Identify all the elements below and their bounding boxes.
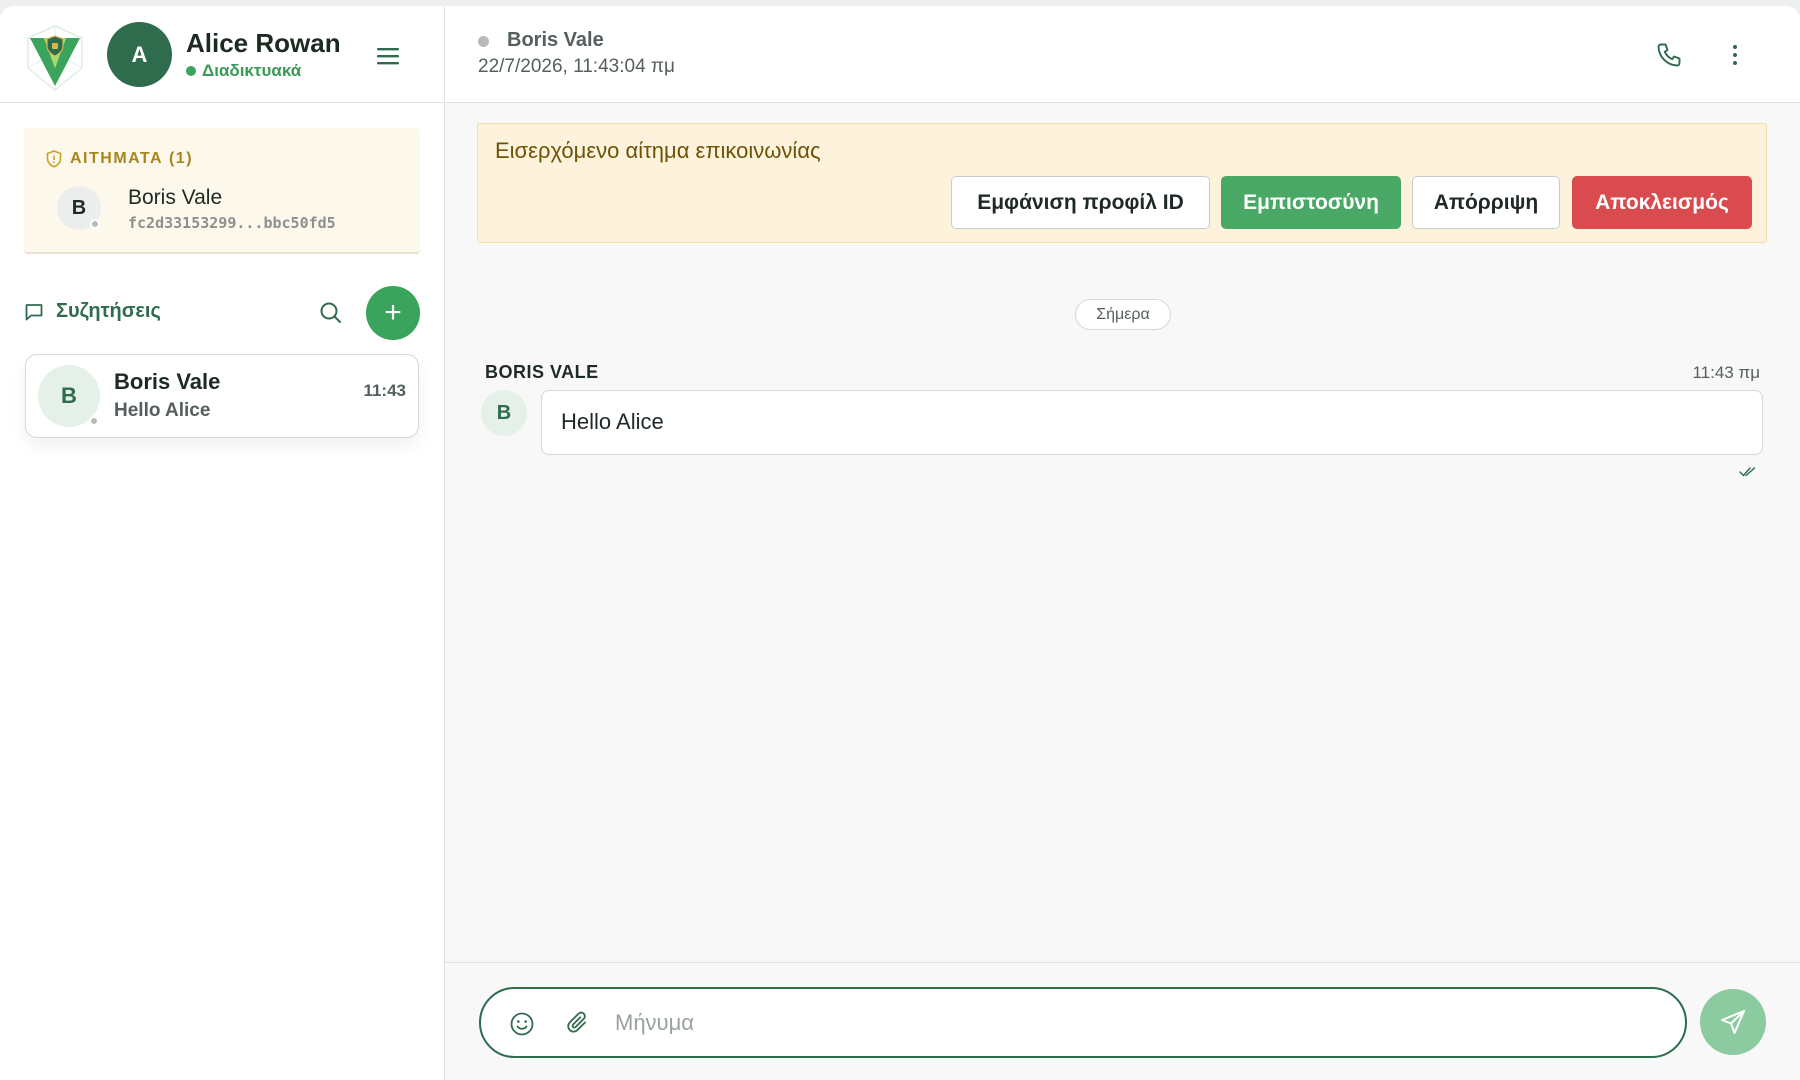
paperclip-icon[interactable] — [566, 1010, 592, 1038]
reject-button[interactable]: Απόρριψη — [1412, 176, 1560, 229]
conversation-avatar-initial: B — [61, 383, 77, 408]
request-name[interactable]: Boris Vale — [128, 186, 222, 210]
peer-name: Boris Vale — [507, 29, 604, 51]
message-avatar: B — [481, 390, 527, 436]
phone-icon[interactable] — [1655, 41, 1683, 69]
online-status-dot — [186, 66, 196, 76]
search-icon[interactable] — [318, 300, 344, 326]
more-vertical-icon[interactable] — [1728, 41, 1742, 69]
double-check-icon — [1739, 467, 1756, 477]
chat-bubble-icon — [25, 303, 43, 320]
requests-title-label: ΑΙΤΗΜΑΤΑ (1) — [70, 150, 194, 167]
conversation-name: Boris Vale — [114, 369, 221, 394]
contact-request-text: Εισερχόμενο αίτημα επικοινωνίας — [495, 138, 821, 163]
peer-status-dot — [478, 36, 489, 47]
message-sender: BORIS VALE — [485, 362, 599, 382]
send-button[interactable] — [1700, 989, 1766, 1055]
shield-alert-icon — [46, 150, 62, 168]
request-avatar[interactable]: B — [57, 186, 101, 230]
conversation-avatar: B — [38, 365, 100, 427]
shield-v-logo-icon — [27, 25, 83, 91]
message-composer — [479, 987, 1687, 1058]
conversation-time: 11:43 — [363, 381, 406, 400]
trust-button[interactable]: Εμπιστοσύνη — [1221, 176, 1401, 229]
peer-last-seen: 22/7/2026, 11:43:04 πμ — [478, 56, 675, 77]
requests-title: ΑΙΤΗΜΑΤΑ (1) — [46, 150, 193, 168]
app-window: A Alice Rowan Διαδικτυακά ΑΙΤΗΜΑΤΑ (1) B… — [0, 6, 1800, 1080]
conversations-title-label: Συζητήσεις — [56, 300, 161, 322]
view-profile-id-button[interactable]: Εμφάνιση προφίλ ID — [951, 176, 1210, 229]
chat-panel: Boris Vale 22/7/2026, 11:43:04 πμ Εισερχ… — [445, 6, 1800, 1080]
smiley-icon[interactable] — [509, 1011, 535, 1037]
conversation-list-item[interactable]: B Boris Vale Hello Alice 11:43 — [25, 354, 419, 438]
send-icon — [1721, 1010, 1745, 1034]
message-input[interactable] — [615, 1003, 1655, 1043]
user-name: Alice Rowan — [186, 28, 341, 58]
message-time: 11:43 πμ — [1692, 363, 1760, 382]
composer-bar — [445, 962, 1800, 1080]
day-separator: Σήμερα — [1075, 299, 1171, 330]
new-conversation-button[interactable]: + — [366, 286, 420, 340]
offline-status-dot — [89, 416, 99, 426]
message-bubble[interactable]: Hello Alice — [541, 390, 1763, 455]
conversations-title: Συζητήσεις — [24, 300, 161, 323]
block-button[interactable]: Αποκλεισμός — [1572, 176, 1752, 229]
user-avatar[interactable]: A — [107, 22, 172, 87]
hamburger-menu-icon[interactable] — [375, 44, 403, 68]
user-status: Διαδικτυακά — [186, 61, 301, 81]
offline-status-dot — [90, 219, 100, 229]
chat-header: Boris Vale 22/7/2026, 11:43:04 πμ — [445, 6, 1800, 103]
conversation-preview: Hello Alice — [114, 400, 211, 421]
request-avatar-initial: B — [71, 196, 87, 219]
user-status-label: Διαδικτυακά — [202, 61, 302, 80]
sidebar-header: A Alice Rowan Διαδικτυακά — [0, 6, 444, 103]
requests-panel: ΑΙΤΗΜΑΤΑ (1) B Boris Vale fc2d33153299..… — [24, 128, 420, 254]
conversations-header: Συζητήσεις + — [24, 286, 420, 340]
sidebar: A Alice Rowan Διαδικτυακά ΑΙΤΗΜΑΤΑ (1) B… — [0, 6, 445, 1080]
contact-request-banner: Εισερχόμενο αίτημα επικοινωνίας Εμφάνιση… — [477, 123, 1767, 243]
request-identity-id: fc2d33153299...bbc50fd5 — [128, 214, 336, 232]
